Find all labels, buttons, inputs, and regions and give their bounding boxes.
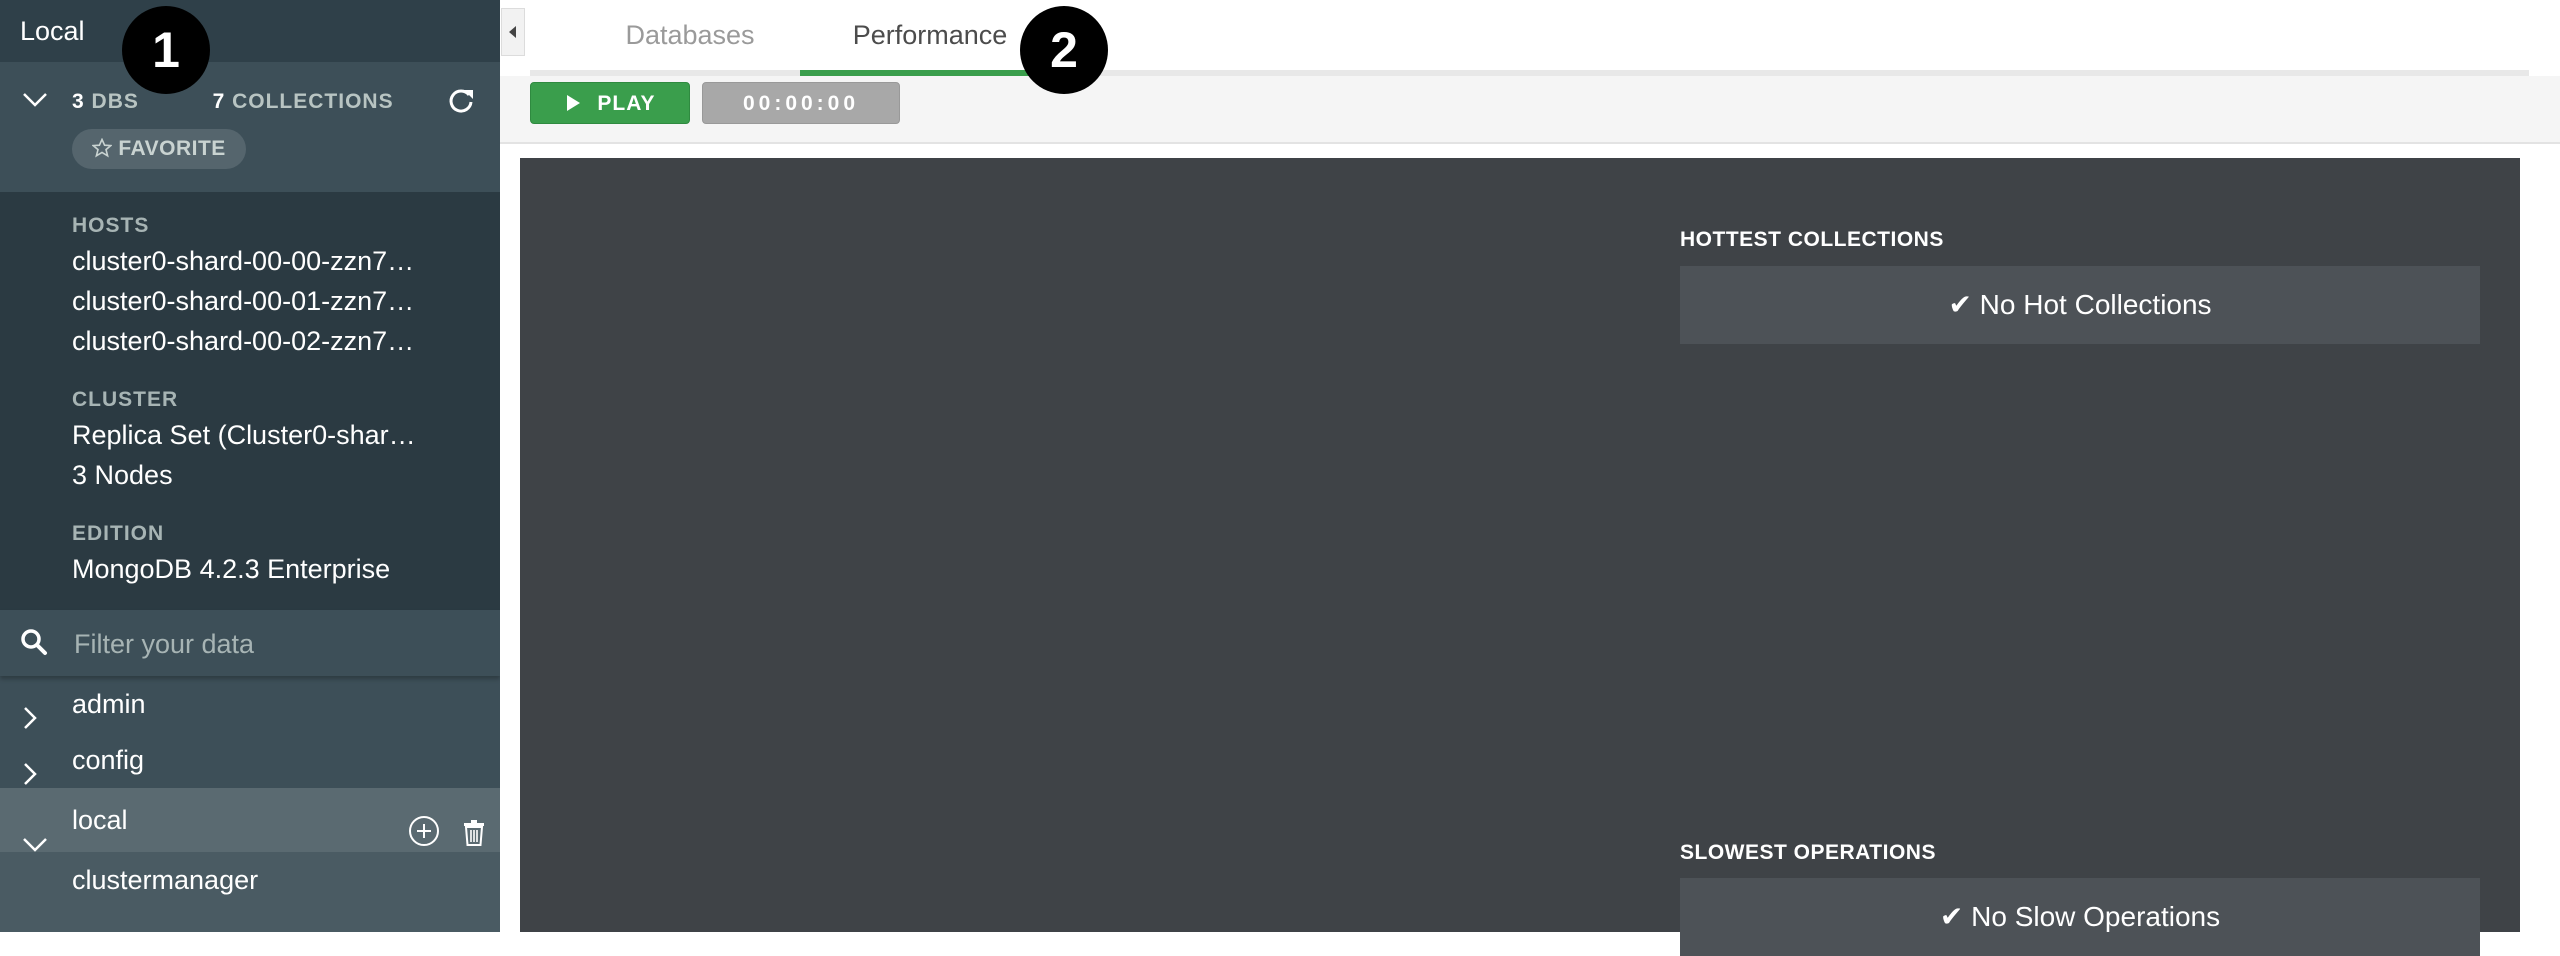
star-icon: [91, 137, 118, 160]
sidebar: Local 3 DBS 7 COLLECTIONS FAVORITE HOSTS…: [0, 0, 500, 932]
host-item: cluster0-shard-00-02-zzn7…: [72, 326, 415, 356]
collection-item[interactable]: clustermanager: [0, 852, 500, 908]
annotation-marker-1: 1: [122, 6, 210, 94]
instance-stats: 3 DBS 7 COLLECTIONS FAVORITE: [0, 62, 500, 192]
chevron-down-icon[interactable]: [22, 92, 48, 113]
performance-panel: HOTTEST COLLECTIONS ✔ No Hot Collections…: [520, 158, 2520, 956]
annotation-marker-2: 2: [1020, 6, 1108, 94]
dbs-label: DBS: [91, 90, 139, 113]
play-button[interactable]: PLAY: [530, 82, 690, 124]
edition-value: MongoDB 4.2.3 Enterprise: [72, 554, 391, 584]
sidebar-item-local[interactable]: local: [0, 788, 500, 852]
refresh-icon[interactable]: [447, 86, 475, 119]
collections-label: COLLECTIONS: [232, 90, 394, 113]
sidebar-item-admin[interactable]: admin: [0, 676, 500, 732]
dbs-count: 3: [72, 90, 85, 113]
hottest-collections-title: HOTTEST COLLECTIONS: [1680, 228, 1944, 251]
hosts-label: HOSTS: [72, 214, 150, 237]
database-name: config: [72, 745, 145, 775]
sidebar-item-config[interactable]: config: [0, 732, 500, 788]
cluster-label: CLUSTER: [72, 388, 179, 411]
collection-item[interactable]: …: [0, 908, 500, 932]
performance-toolbar: PLAY 00:00:00: [500, 76, 2560, 144]
connection-title: Local: [0, 0, 500, 62]
collection-name: …: [72, 921, 99, 932]
favorite-button[interactable]: FAVORITE: [72, 129, 246, 169]
host-item: cluster0-shard-00-01-zzn7…: [72, 286, 415, 316]
collection-name: clustermanager: [72, 865, 259, 895]
slowest-operations-empty: ✔ No Slow Operations: [1680, 878, 2480, 956]
filter-bar: [0, 610, 500, 676]
filter-input[interactable]: [72, 622, 476, 666]
slowest-operations-title: SLOWEST OPERATIONS: [1680, 841, 1936, 864]
host-item: cluster0-shard-00-00-zzn7…: [72, 246, 415, 276]
database-name: local: [72, 805, 128, 835]
collapse-sidebar-button[interactable]: [501, 8, 525, 56]
hottest-collections-empty: ✔ No Hot Collections: [1680, 266, 2480, 344]
tab-databases[interactable]: Databases: [560, 0, 820, 70]
elapsed-timer: 00:00:00: [702, 82, 900, 124]
cluster-value: Replica Set (Cluster0-shar…: [72, 420, 416, 450]
play-label: PLAY: [597, 92, 656, 115]
play-icon: [565, 92, 588, 115]
edition-label: EDITION: [72, 522, 165, 545]
cluster-nodes: 3 Nodes: [72, 460, 173, 490]
stats-row: 3 DBS 7 COLLECTIONS: [72, 90, 394, 114]
search-icon: [20, 628, 48, 661]
favorite-label: FAVORITE: [118, 137, 226, 160]
caret-left-icon: [502, 26, 524, 59]
tab-bar: Databases Performance: [530, 0, 2529, 76]
instance-info: HOSTS cluster0-shard-00-00-zzn7… cluster…: [0, 192, 500, 610]
collections-count: 7: [212, 90, 226, 113]
database-name: admin: [72, 689, 146, 719]
